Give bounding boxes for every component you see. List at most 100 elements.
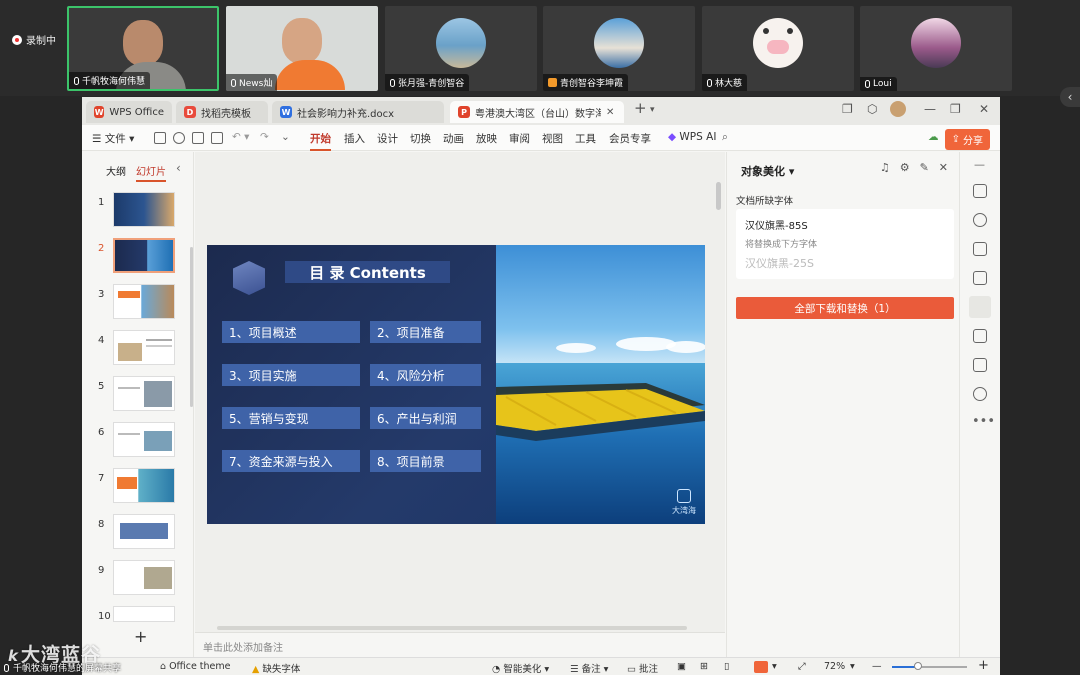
cloud-sync-icon[interactable]: ☁ <box>928 131 939 143</box>
toc-item[interactable]: 2、项目准备 <box>370 321 481 343</box>
slide-thumbnail[interactable]: 5 <box>82 376 194 416</box>
close-icon[interactable]: ✕ <box>939 161 948 174</box>
participant-tile-6[interactable]: Loui <box>860 6 1012 91</box>
restore-icon[interactable]: ❐ <box>950 102 961 116</box>
participant-tile-2[interactable]: News灿 <box>226 6 378 91</box>
tab-design[interactable]: 设计 <box>377 131 398 146</box>
slide-thumbnail[interactable]: 8 <box>82 514 194 554</box>
close-tab-icon[interactable]: ✕ <box>606 107 614 118</box>
grid-view-icon[interactable]: ⊞ <box>700 661 708 672</box>
fit-icon[interactable]: ⤢ <box>798 661 806 672</box>
smart-beautify-button[interactable]: ◔ 智能美化 ▾ <box>492 661 549 675</box>
redo-icon[interactable]: ↷ <box>260 131 269 143</box>
add-slide-button[interactable]: + <box>134 627 147 646</box>
close-window-icon[interactable]: ✕ <box>979 102 989 116</box>
slide-thumbnail[interactable]: 6 <box>82 422 194 462</box>
participant-tile-4[interactable]: 青创智谷李坤霞 <box>543 6 695 91</box>
fish-farm-photo[interactable]: 大湾海 <box>496 245 705 524</box>
slide-thumbnail[interactable]: 10 <box>82 606 194 622</box>
pin-icon[interactable]: ✎ <box>920 161 929 174</box>
slideshow-options-icon[interactable]: ▾ <box>772 661 777 672</box>
missing-font-status[interactable]: ▲ 缺失字体 <box>252 661 300 675</box>
save-icon[interactable] <box>154 132 166 144</box>
tab-slides[interactable]: 幻灯片 <box>136 163 166 182</box>
vertical-scrollbar[interactable] <box>716 182 721 210</box>
participant-tile-1[interactable]: 千帆牧海何伟慧 <box>67 6 219 91</box>
user-avatar[interactable] <box>890 101 906 117</box>
pane-title[interactable]: 对象美化 ▾ <box>741 163 794 179</box>
slide-thumbnail[interactable]: 3 <box>82 284 194 324</box>
more-icon[interactable]: ••• <box>972 414 995 429</box>
tab-templates[interactable]: D 找稻壳模板 <box>176 101 268 123</box>
horizontal-scrollbar[interactable] <box>217 626 687 630</box>
play-slideshow-button[interactable] <box>754 661 768 673</box>
reading-view-icon[interactable]: ▯ <box>724 661 729 672</box>
print-preview-icon[interactable] <box>211 132 223 144</box>
image-icon[interactable] <box>973 271 987 285</box>
file-menu[interactable]: ☰ 文件 ▾ <box>92 131 134 146</box>
theme-label[interactable]: ⌂ Office theme <box>160 661 231 672</box>
tab-slideshow[interactable]: 放映 <box>476 131 497 146</box>
tab-outline[interactable]: 大纲 <box>106 163 126 182</box>
toc-item[interactable]: 5、营销与变现 <box>222 407 360 429</box>
book-icon[interactable] <box>973 329 987 343</box>
search-icon[interactable]: ⌕ <box>722 131 728 144</box>
zoom-slider[interactable] <box>892 662 967 670</box>
zoom-slider-handle[interactable] <box>914 662 923 670</box>
participant-tile-3[interactable]: 张月强-青创智谷 <box>385 6 537 91</box>
collapse-panel-icon[interactable]: ‹ <box>176 161 181 175</box>
undo-icon[interactable]: ↶ ▾ <box>232 131 249 143</box>
zoom-options-icon[interactable]: ▾ <box>850 661 855 672</box>
tab-insert[interactable]: 插入 <box>344 131 365 146</box>
tab-start[interactable]: 开始 <box>310 131 331 151</box>
zoom-out-button[interactable]: — <box>872 661 882 672</box>
search-doc-icon[interactable] <box>173 132 185 144</box>
slide-thumbnail[interactable]: 7 <box>82 468 194 508</box>
missing-font-card[interactable]: 汉仪旗黑-85S 将替换成下方字体 汉仪旗黑-25S <box>736 209 954 279</box>
help-icon[interactable] <box>973 387 987 401</box>
tab-wps-office[interactable]: W WPS Office <box>86 101 172 123</box>
tab-tools[interactable]: 工具 <box>575 131 596 146</box>
collapse-panel-button[interactable]: ‹ <box>1060 87 1080 107</box>
recording-indicator[interactable]: 录制中 <box>12 32 56 47</box>
zoom-level[interactable]: 72% <box>824 661 845 672</box>
participant-tile-5[interactable]: 林大慈 <box>702 6 854 91</box>
slide-thumbnail[interactable]: 4 <box>82 330 194 370</box>
minimize-icon[interactable]: — <box>924 102 936 116</box>
slide-thumbnail[interactable]: 9 <box>82 560 194 600</box>
tab-transition[interactable]: 切换 <box>410 131 431 146</box>
gear-icon[interactable]: ⚙ <box>900 161 910 174</box>
sliders-icon[interactable] <box>973 184 987 198</box>
tab-member[interactable]: 会员专享 <box>609 131 651 146</box>
toc-item[interactable]: 3、项目实施 <box>222 364 360 386</box>
comments-button[interactable]: ▭ 批注 <box>627 661 658 675</box>
download-replace-button[interactable]: 全部下载和替换（1） <box>736 297 954 319</box>
share-button[interactable]: ⇪ 分享 <box>944 129 990 150</box>
toc-item[interactable]: 6、产出与利润 <box>370 407 481 429</box>
more-chevron-icon[interactable]: ⌄ <box>281 131 290 143</box>
tab-presentation[interactable]: P 粤港澳大湾区（台山）数字海洋牧 ✕ <box>450 101 624 123</box>
wps-ai-button[interactable]: ◆ WPS AI <box>668 131 716 143</box>
slide-thumbnail[interactable]: 1 <box>82 192 194 232</box>
zoom-in-button[interactable]: + <box>978 658 989 673</box>
layers-icon[interactable] <box>973 242 987 256</box>
new-tab-button[interactable]: + <box>634 99 647 117</box>
tab-docx[interactable]: W 社会影响力补充.docx <box>272 101 444 123</box>
print-icon[interactable] <box>192 132 204 144</box>
cube-icon[interactable]: ⬡ <box>867 102 877 116</box>
tab-review[interactable]: 审阅 <box>509 131 530 146</box>
toc-item[interactable]: 1、项目概述 <box>222 321 360 343</box>
tab-view[interactable]: 视图 <box>542 131 563 146</box>
beautify-tool-icon[interactable] <box>969 296 991 318</box>
slide-title[interactable]: 目 录 Contents <box>285 261 450 283</box>
toc-item[interactable]: 4、风险分析 <box>370 364 481 386</box>
notes-button[interactable]: ☰ 备注 ▾ <box>570 661 608 675</box>
collapse-strip-icon[interactable]: — <box>974 158 985 171</box>
toc-item[interactable]: 7、资金来源与投入 <box>222 450 360 472</box>
star-icon[interactable] <box>973 213 987 227</box>
window-layout-icon[interactable]: ❐ <box>842 102 853 116</box>
toc-item[interactable]: 8、项目前景 <box>370 450 481 472</box>
normal-view-icon[interactable]: ▣ <box>677 661 686 672</box>
notes-area[interactable]: 单击此处添加备注 <box>195 632 725 657</box>
shirt-icon[interactable] <box>973 358 987 372</box>
